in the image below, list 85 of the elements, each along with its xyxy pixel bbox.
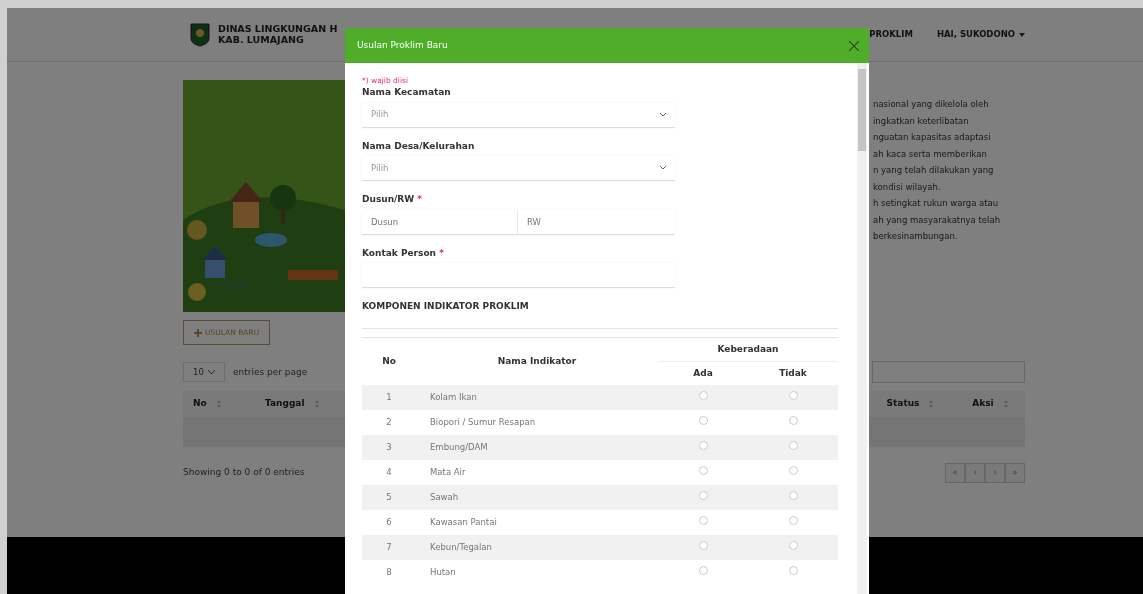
row-number: 7	[386, 542, 392, 553]
brand-text: KAB. LUMAJANG	[218, 34, 305, 45]
column-header: Nama Indikator	[497, 355, 577, 366]
radio-button[interactable]	[788, 416, 798, 426]
input-field[interactable]	[362, 263, 675, 289]
entries-label: entries per page	[233, 365, 308, 379]
row-number: 1	[386, 392, 392, 403]
sort-icon[interactable]	[929, 399, 934, 408]
chevron-icon	[660, 112, 666, 117]
radio-button[interactable]	[788, 541, 798, 551]
select-field[interactable]: Pilih	[362, 102, 675, 128]
field-label: Dusun/RW *	[362, 193, 424, 207]
search-field[interactable]	[872, 361, 1025, 384]
input-field[interactable]: Dusun	[362, 209, 518, 235]
section-title: KOMPONEN INDIKATOR PROKLIM	[362, 300, 530, 314]
radio-button[interactable]	[788, 391, 798, 401]
indicator-name: Hutan	[430, 567, 456, 578]
select-field[interactable]: Pilih	[362, 156, 675, 182]
indicator-name: Kawasan Pantai	[430, 517, 497, 528]
paragraph-line: nasional yang dikelola oleh	[873, 98, 989, 111]
brand-text: DINAS LINGKUNGAN H	[218, 24, 338, 35]
indicator-name: Sawah	[430, 492, 459, 503]
paragraph-line: nguatan kapasitas adaptasi	[873, 131, 991, 144]
paragraph-line: ah yang masyarakatnya telah	[873, 213, 1001, 227]
row-number: 2	[386, 417, 392, 428]
indicator-name: Mata Air	[430, 467, 466, 478]
row-number: 8	[386, 567, 392, 578]
paragraph-line: berkesinambungan.	[873, 230, 958, 243]
nav-link[interactable]: HAI, SUKODONO	[936, 28, 1025, 41]
nav-link[interactable]: PROKLIM	[869, 28, 913, 41]
column-header: Keberadaan	[717, 343, 779, 354]
column-header: No	[193, 398, 207, 409]
close-icon[interactable]	[849, 40, 859, 51]
column-header: Status	[886, 398, 920, 409]
entries-select[interactable]: 10	[183, 362, 225, 383]
radio-button[interactable]	[788, 491, 798, 501]
sort-icon[interactable]	[216, 399, 221, 408]
column-header: Ada	[693, 367, 713, 378]
field-label: Nama Kecamatan	[362, 86, 452, 100]
chevron-icon	[660, 166, 666, 171]
field-label: Kontak Person *	[362, 246, 445, 260]
radio-button[interactable]	[698, 491, 708, 501]
caret-icon[interactable]	[1019, 32, 1025, 37]
row-number: 3	[386, 442, 392, 453]
pagination-button[interactable]: «	[945, 462, 965, 483]
radio-button[interactable]	[698, 541, 708, 551]
plus-icon	[194, 328, 202, 337]
column-header: Aksi	[972, 398, 994, 409]
paragraph-line: n yang telah dilakukan yang	[873, 164, 994, 177]
indicator-name: Kolam Ikan	[430, 392, 477, 403]
input-field[interactable]: RW	[518, 209, 675, 235]
pagination-button[interactable]: ›	[985, 462, 1005, 483]
column-header: Tanggal	[265, 398, 305, 409]
column-header: Tidak	[779, 367, 807, 378]
pagination-button[interactable]: »	[1005, 462, 1025, 483]
radio-button[interactable]	[698, 441, 708, 451]
radio-button[interactable]	[698, 466, 708, 476]
field-label: Nama Desa/Kelurahan	[362, 139, 476, 153]
radio-button[interactable]	[788, 566, 798, 576]
radio-button[interactable]	[698, 516, 708, 526]
row-number: 4	[386, 467, 392, 478]
radio-button[interactable]	[788, 516, 798, 526]
modal-title: Usulan Proklim Baru	[357, 38, 448, 52]
radio-button[interactable]	[788, 466, 798, 476]
paragraph-line: ingkatkan keterlibatan	[873, 114, 969, 128]
indicator-name: Biopori / Sumur Resapan	[430, 417, 536, 428]
sort-icon[interactable]	[314, 399, 319, 408]
scrollbar[interactable]	[857, 63, 867, 594]
radio-button[interactable]	[698, 416, 708, 426]
entries-info: Showing 0 to 0 of 0 entries	[183, 466, 305, 479]
row-number: 6	[386, 517, 392, 528]
radio-button[interactable]	[698, 391, 708, 401]
radio-button[interactable]	[698, 566, 708, 576]
chevron-icon	[208, 369, 215, 375]
row-number: 5	[386, 492, 392, 503]
column-header: No	[382, 355, 396, 366]
paragraph-line: h setingkat rukun warga atau	[873, 197, 999, 210]
indicator-name: Kebun/Tegalan	[430, 542, 492, 553]
sort-icon[interactable]	[1003, 399, 1008, 408]
radio-button[interactable]	[788, 441, 798, 451]
indicator-name: Embung/DAM	[430, 442, 488, 453]
emblem-icon	[190, 22, 210, 47]
paragraph-line: ah kaca serta memberikan	[873, 147, 987, 161]
pagination-button[interactable]: ‹	[965, 462, 985, 483]
paragraph-line: kondisi wilayah.	[873, 180, 941, 194]
